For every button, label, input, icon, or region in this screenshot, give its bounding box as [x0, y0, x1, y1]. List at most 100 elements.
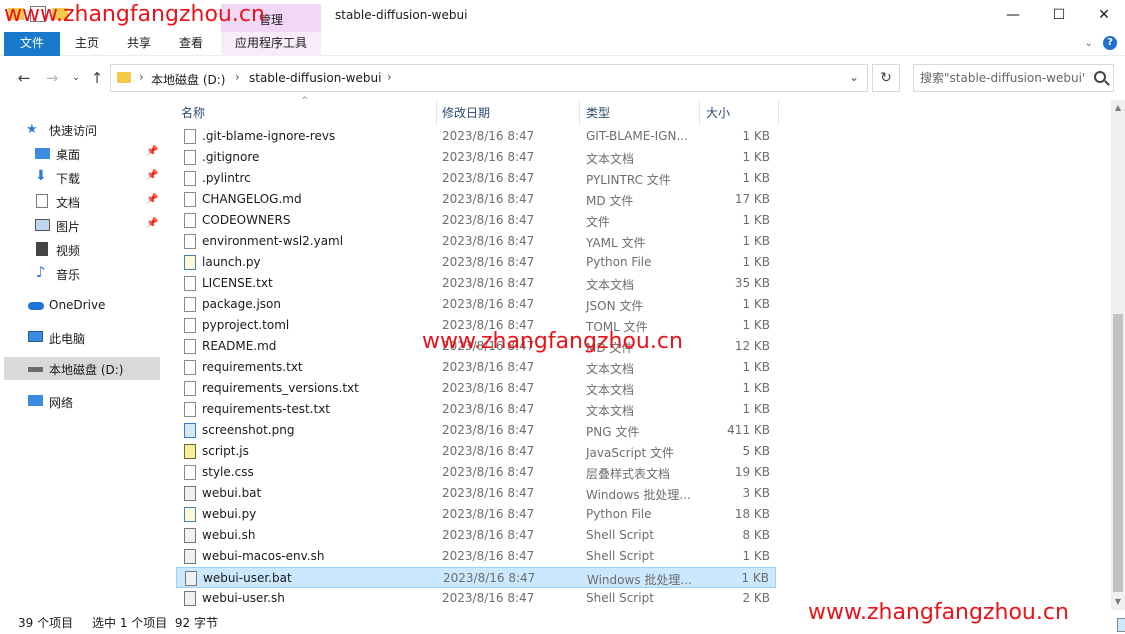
- table-row[interactable]: .git-blame-ignore-revs 2023/8/16 8:47 GIT-…: [176, 126, 776, 147]
- file-name: README.md: [202, 339, 277, 353]
- maximize-button[interactable]: ☐: [1036, 0, 1082, 30]
- table-row[interactable]: CODEOWNERS 2023/8/16 8:47 文件 1 KB: [176, 210, 776, 231]
- picture-icon: [35, 219, 50, 231]
- table-row[interactable]: style.css 2023/8/16 8:47 层叠样式表文档 19 KB: [176, 462, 776, 483]
- sidebar-item-music[interactable]: ♪ 音乐: [4, 262, 160, 285]
- scroll-up-arrow-icon[interactable]: ▲: [1111, 100, 1125, 116]
- table-row[interactable]: webui-user.bat 2023/8/16 8:47 Windows 批处理.…: [176, 567, 776, 588]
- chevron-right-icon[interactable]: ›: [235, 70, 240, 84]
- script-file-icon: [184, 444, 196, 459]
- scroll-down-arrow-icon[interactable]: ▼: [1111, 594, 1125, 610]
- tab-application-tools[interactable]: 应用程序工具: [221, 32, 321, 56]
- column-divider[interactable]: [579, 100, 580, 126]
- chevron-down-icon[interactable]: ⌄: [849, 70, 859, 84]
- up-arrow-icon[interactable]: ↑: [87, 68, 107, 88]
- file-type: 文件: [586, 215, 611, 229]
- column-header-name[interactable]: 名称: [181, 104, 205, 126]
- breadcrumb-folder[interactable]: stable-diffusion-webui: [249, 71, 381, 85]
- table-row[interactable]: launch.py 2023/8/16 8:47 Python File 1 KB: [176, 252, 776, 273]
- close-button[interactable]: ✕: [1081, 0, 1125, 30]
- refresh-button[interactable]: ↻: [872, 64, 900, 92]
- pin-icon[interactable]: 📌: [146, 146, 158, 157]
- search-icon[interactable]: [1094, 71, 1106, 83]
- scrollbar-thumb[interactable]: [1113, 314, 1123, 592]
- file-size: 1 KB: [742, 150, 770, 164]
- column-header-type[interactable]: 类型: [586, 104, 610, 126]
- file-type: GIT-BLAME-IGN...: [586, 129, 688, 143]
- sidebar-item-downloads[interactable]: ⬇ 下载 📌: [4, 166, 160, 189]
- column-divider[interactable]: [778, 100, 779, 126]
- table-row[interactable]: webui.sh 2023/8/16 8:47 Shell Script 8 KB: [176, 525, 776, 546]
- chevron-right-icon[interactable]: ›: [139, 70, 144, 84]
- batch-file-icon: [184, 549, 196, 564]
- drive-icon: [28, 367, 43, 372]
- file-name: webui-macos-env.sh: [202, 549, 325, 563]
- sidebar-item-onedrive[interactable]: OneDrive: [4, 294, 160, 317]
- file-icon: [184, 465, 196, 480]
- column-divider[interactable]: [699, 100, 700, 126]
- table-row[interactable]: screenshot.png 2023/8/16 8:47 PNG 文件 411 KB: [176, 420, 776, 441]
- sidebar-item-quick-access[interactable]: ★ 快速访问: [4, 118, 160, 141]
- tab-view[interactable]: 查看: [174, 32, 208, 56]
- recent-locations-chevron-icon[interactable]: ⌄: [66, 68, 86, 88]
- search-input[interactable]: [920, 70, 1085, 86]
- table-row[interactable]: environment-wsl2.yaml 2023/8/16 8:47 YAML …: [176, 231, 776, 252]
- pin-icon[interactable]: 📌: [146, 194, 158, 205]
- forward-arrow-icon[interactable]: →: [42, 68, 62, 88]
- column-header-size[interactable]: 大小: [706, 104, 730, 126]
- file-name: webui.sh: [202, 528, 256, 542]
- file-size: 1 KB: [742, 297, 770, 311]
- table-row[interactable]: .gitignore 2023/8/16 8:47 文本文档 1 KB: [176, 147, 776, 168]
- table-row[interactable]: requirements_versions.txt 2023/8/16 8:47 文…: [176, 378, 776, 399]
- sidebar-item-pictures[interactable]: 图片 📌: [4, 214, 160, 237]
- file-date: 2023/8/16 8:47: [442, 549, 535, 563]
- table-row[interactable]: CHANGELOG.md 2023/8/16 8:47 MD 文件 17 KB: [176, 189, 776, 210]
- table-row[interactable]: webui.bat 2023/8/16 8:47 Windows 批处理... 3 K…: [176, 483, 776, 504]
- file-name: CODEOWNERS: [202, 213, 291, 227]
- file-type: MD 文件: [586, 194, 634, 208]
- minimize-button[interactable]: —: [990, 0, 1036, 30]
- table-row[interactable]: webui.py 2023/8/16 8:47 Python File 18 KB: [176, 504, 776, 525]
- tab-share[interactable]: 共享: [122, 32, 156, 56]
- sidebar-item-documents[interactable]: 文档 📌: [4, 190, 160, 213]
- chevron-down-icon[interactable]: ⌄: [1085, 38, 1093, 49]
- sidebar-item-this-pc[interactable]: 此电脑: [4, 326, 160, 349]
- video-icon: [36, 242, 48, 256]
- vertical-scrollbar[interactable]: ▲ ▼: [1111, 100, 1125, 610]
- sidebar-item-local-disk-d[interactable]: 本地磁盘 (D:): [4, 357, 160, 380]
- column-divider[interactable]: [436, 100, 437, 126]
- item-count: 39 个项目: [18, 616, 74, 630]
- sidebar-item-videos[interactable]: 视频: [4, 238, 160, 261]
- desktop-icon: [35, 148, 50, 159]
- sidebar-item-desktop[interactable]: 桌面 📌: [4, 142, 160, 165]
- sidebar-item-network[interactable]: 网络: [4, 390, 160, 413]
- table-row[interactable]: requirements-test.txt 2023/8/16 8:47 文本文档 1…: [176, 399, 776, 420]
- help-icon[interactable]: ?: [1103, 36, 1117, 50]
- table-row[interactable]: webui-macos-env.sh 2023/8/16 8:47 Shell Sc…: [176, 546, 776, 567]
- table-row[interactable]: script.js 2023/8/16 8:47 JavaScript 文件 5 KB: [176, 441, 776, 462]
- file-icon: [184, 150, 196, 165]
- tab-file[interactable]: 文件: [4, 32, 60, 56]
- breadcrumb-drive[interactable]: 本地磁盘 (D:): [151, 71, 225, 88]
- pin-icon[interactable]: 📌: [146, 170, 158, 181]
- large-icons-view-icon[interactable]: [1117, 618, 1125, 632]
- chevron-right-icon[interactable]: ›: [387, 70, 392, 84]
- file-name: requirements.txt: [202, 360, 303, 374]
- python-file-icon: [184, 255, 196, 270]
- pin-icon[interactable]: 📌: [146, 218, 158, 229]
- network-icon: [28, 395, 43, 406]
- address-bar[interactable]: › 本地磁盘 (D:) › stable-diffusion-webui › ⌄: [110, 64, 868, 92]
- document-icon: [36, 194, 48, 208]
- file-type: 文本文档: [586, 404, 635, 418]
- file-name: pyproject.toml: [202, 318, 290, 332]
- column-header-date[interactable]: 修改日期: [442, 104, 490, 126]
- table-row[interactable]: LICENSE.txt 2023/8/16 8:47 文本文档 35 KB: [176, 273, 776, 294]
- file-size: 35 KB: [734, 276, 770, 290]
- table-row[interactable]: .pylintrc 2023/8/16 8:47 PYLINTRC 文件 1 KB: [176, 168, 776, 189]
- table-row[interactable]: webui-user.sh 2023/8/16 8:47 Shell Script 2…: [176, 588, 776, 609]
- back-arrow-icon[interactable]: ←: [14, 68, 34, 88]
- table-row[interactable]: requirements.txt 2023/8/16 8:47 文本文档 1 KB: [176, 357, 776, 378]
- search-box[interactable]: [913, 64, 1114, 92]
- tab-home[interactable]: 主页: [70, 32, 104, 56]
- table-row[interactable]: package.json 2023/8/16 8:47 JSON 文件 1 KB: [176, 294, 776, 315]
